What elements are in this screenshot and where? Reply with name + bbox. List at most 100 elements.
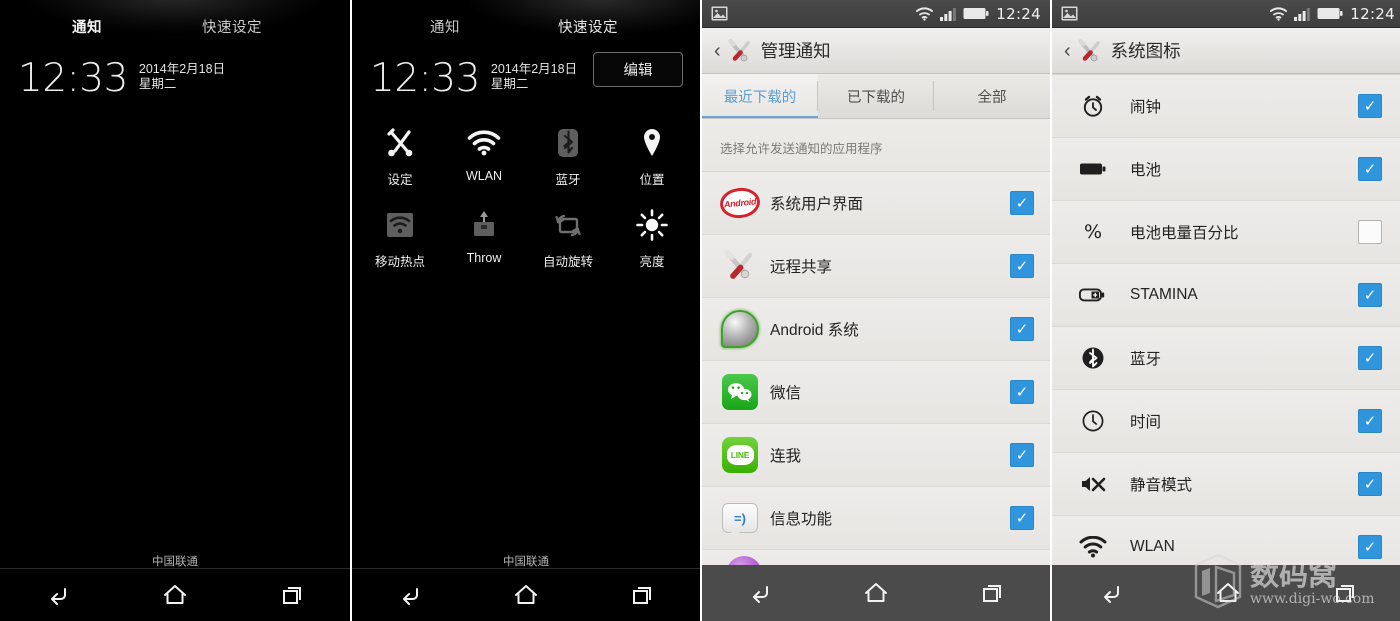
home-icon[interactable] (846, 573, 906, 613)
back-chevron-icon[interactable]: ‹ (1064, 41, 1071, 61)
back-icon[interactable] (380, 575, 440, 615)
checkbox[interactable]: ✓ (1010, 443, 1034, 467)
system-icons-list: 闹钟 ✓ 电池 ✓ % 电池电量百分比 STAMINA ✓ 蓝牙 ✓ 时间 ✓ … (1052, 74, 1400, 578)
percent-icon: % (1078, 212, 1108, 252)
checkbox[interactable]: ✓ (1358, 535, 1382, 559)
recents-icon[interactable] (262, 575, 322, 615)
location-pin-icon (633, 124, 671, 162)
tile-wlan[interactable]: WLAN (442, 124, 526, 196)
battery-icon (963, 7, 989, 20)
checkbox[interactable]: ✓ (1358, 346, 1382, 370)
tile-settings[interactable]: 设定 (358, 124, 442, 196)
tile-bluetooth[interactable]: 蓝牙 (526, 124, 610, 196)
status-bar-right: 12:24 (916, 5, 1041, 23)
tab-notifications[interactable]: 通知 (72, 16, 102, 46)
wifi-icon (916, 6, 934, 21)
list-item[interactable]: % 电池电量百分比 (1052, 200, 1400, 263)
wifi-icon (1078, 527, 1108, 567)
list-item[interactable]: 蓝牙 ✓ (1052, 326, 1400, 389)
recents-icon[interactable] (962, 573, 1022, 613)
tab-all[interactable]: 全部 (934, 74, 1050, 118)
tile-hotspot[interactable]: 移动热点 (358, 206, 442, 278)
list-item[interactable]: 时间 ✓ (1052, 389, 1400, 452)
back-icon[interactable] (730, 573, 790, 613)
list-item[interactable]: 远程共享 ✓ (702, 234, 1050, 297)
list-item[interactable]: 静音模式 ✓ (1052, 452, 1400, 515)
list-item[interactable]: 闹钟 ✓ (1052, 74, 1400, 137)
checkbox[interactable]: ✓ (1010, 506, 1034, 530)
checkbox[interactable]: ✓ (1010, 317, 1034, 341)
list-item[interactable]: STAMINA ✓ (1052, 263, 1400, 326)
checkbox[interactable]: ✓ (1010, 191, 1034, 215)
quick-settings-grid: 设定 WLAN 蓝牙 位置 移动热点 Throw 自动旋转 亮度 (352, 98, 700, 278)
checkbox[interactable]: ✓ (1358, 94, 1382, 118)
checkbox[interactable] (1358, 220, 1382, 244)
list-item[interactable]: =) 信息功能 ✓ (702, 486, 1050, 549)
status-bar: 12:24 (702, 0, 1050, 28)
navigation-bar (702, 565, 1050, 621)
shade-clock-row: 12:33 2014年2月18日 星期二 (0, 46, 350, 98)
list-item[interactable]: Android 系统 ✓ (702, 297, 1050, 360)
tab-notifications[interactable]: 通知 (430, 16, 460, 46)
tile-label: Throw (466, 251, 502, 265)
list-hint-text: 选择允许发送通知的应用程序 (702, 119, 1050, 171)
page-title: 系统图标 (1110, 41, 1181, 61)
checkbox[interactable]: ✓ (1010, 254, 1034, 278)
list-item[interactable]: 微信 ✓ (702, 360, 1050, 423)
recents-icon[interactable] (612, 575, 672, 615)
list-item-label: 信息功能 (770, 511, 833, 528)
wifi-icon (465, 124, 503, 162)
back-icon[interactable] (28, 575, 88, 615)
tile-throw[interactable]: Throw (442, 206, 526, 278)
line-icon: LINE (720, 435, 760, 475)
svg-text:%: % (1084, 221, 1102, 243)
checkbox[interactable]: ✓ (1358, 472, 1382, 496)
tab-quick-settings[interactable]: 快速设定 (558, 16, 618, 46)
list-item[interactable]: Android 系统用户界面 ✓ (702, 171, 1050, 234)
home-icon[interactable] (496, 575, 556, 615)
action-bar: ‹ 管理通知 (702, 28, 1050, 74)
shade-date-block: 2014年2月18日 星期二 (139, 60, 225, 92)
tab-bar: 最近下载的 已下载的 全部 (702, 74, 1050, 119)
list-item-label: 蓝牙 (1130, 351, 1162, 368)
list-item-label: 闹钟 (1130, 99, 1162, 116)
home-icon[interactable] (145, 575, 205, 615)
list-item[interactable]: LINE 连我 ✓ (702, 423, 1050, 486)
home-icon[interactable] (1198, 573, 1258, 613)
image-icon (711, 6, 728, 21)
bluetooth-icon (1078, 338, 1108, 378)
shade-date-block: 2014年2月18日 星期二 (491, 60, 577, 92)
page-title: 管理通知 (760, 41, 831, 61)
android-system-icon (720, 309, 760, 349)
tile-label: 位置 (639, 173, 665, 187)
edit-button[interactable]: 编辑 (593, 52, 683, 87)
shade-date: 2014年2月18日 (138, 62, 226, 76)
signal-bars-icon (940, 7, 957, 21)
settings-tools-icon (1077, 38, 1103, 63)
checkbox[interactable]: ✓ (1358, 157, 1382, 181)
screenshot-strip: 通知 快速设定 12:33 2014年2月18日 星期二 中国联通 通知 快速设… (0, 0, 1400, 621)
back-chevron-icon[interactable]: ‹ (714, 41, 721, 61)
battery-icon (1078, 149, 1108, 189)
navigation-bar (1052, 565, 1400, 621)
list-item-label: 时间 (1130, 414, 1162, 431)
list-item-label: 电池 (1130, 162, 1162, 179)
tile-brightness[interactable]: 亮度 (610, 206, 694, 278)
checkbox[interactable]: ✓ (1358, 409, 1382, 433)
checkbox[interactable]: ✓ (1010, 380, 1034, 404)
list-item[interactable]: 电池 ✓ (1052, 137, 1400, 200)
tile-location[interactable]: 位置 (610, 124, 694, 196)
recents-icon[interactable] (1315, 573, 1375, 613)
list-item-label: STAMINA (1130, 286, 1198, 303)
tile-label: 自动旋转 (542, 255, 593, 269)
list-item-label: 电池电量百分比 (1130, 225, 1239, 242)
carrier-label: 中国联通 (152, 556, 198, 568)
image-icon (1061, 6, 1078, 21)
tile-auto-rotate[interactable]: 自动旋转 (526, 206, 610, 278)
tab-quick-settings[interactable]: 快速设定 (202, 16, 262, 46)
checkbox[interactable]: ✓ (1358, 283, 1382, 307)
tab-downloaded[interactable]: 已下载的 (818, 74, 934, 118)
back-icon[interactable] (1081, 573, 1141, 613)
panel-system-icons: 12:24 ‹ 系统图标 闹钟 ✓ 电池 ✓ % 电池电量百分比 STAMINA… (1050, 0, 1400, 621)
tab-recently-downloaded[interactable]: 最近下载的 (702, 74, 818, 118)
